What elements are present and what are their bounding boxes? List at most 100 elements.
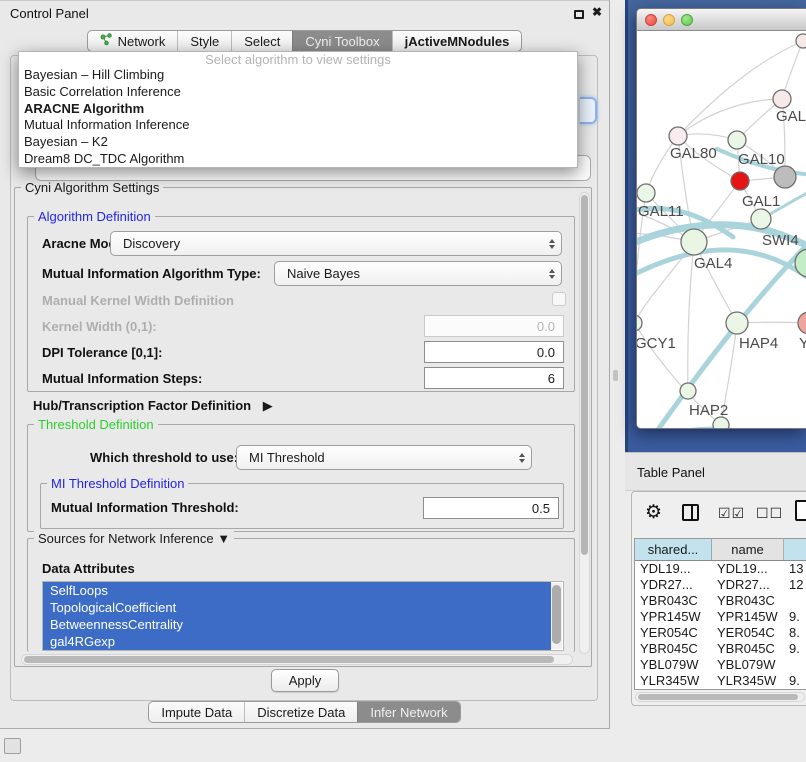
network-node[interactable] [728, 131, 746, 149]
network-node[interactable] [731, 172, 749, 190]
algorithm-option[interactable]: Dream8 DC_TDC Algorithm [19, 151, 577, 168]
network-node[interactable] [637, 184, 655, 202]
data-attribute-item[interactable]: SelfLoops [43, 582, 551, 599]
network-node[interactable] [713, 417, 729, 429]
deselect-checks-icon[interactable]: ☐☐ [756, 505, 783, 522]
table-row[interactable]: YBL079WYBL079W [635, 657, 806, 673]
algorithm-option[interactable]: Bayesian – K2 [19, 134, 577, 151]
network-node[interactable] [798, 312, 806, 334]
float-window-icon[interactable] [574, 10, 584, 19]
split-columns-icon[interactable] [682, 504, 699, 521]
column-header-name[interactable]: name [712, 539, 784, 560]
close-icon[interactable]: ✖ [592, 5, 602, 19]
mi-threshold-group: MI Threshold Definition Mutual Informati… [40, 483, 564, 529]
select-all-checks-icon[interactable]: ☑☑ [718, 505, 745, 522]
column-header-shared-name[interactable]: shared... [635, 539, 712, 560]
attributes-list-scrollbar[interactable] [551, 583, 562, 649]
table-cell: 9. [784, 673, 806, 689]
mi-steps-field[interactable]: 6 [424, 367, 564, 389]
table-panel: ⚙ ☑☑ ☐☐ shared... name YDL19...YDL19...1… [631, 491, 806, 706]
table-row[interactable]: YLR345WYLR345W9. [635, 673, 806, 689]
table-cell: YLR345W [712, 673, 784, 689]
table-panel-title: Table Panel [637, 465, 705, 480]
network-node-label: GAL4 [694, 255, 732, 272]
apply-button[interactable]: Apply [271, 669, 339, 692]
zoom-traffic-light[interactable] [681, 14, 693, 26]
settings-vertical-scrollbar[interactable] [579, 192, 590, 654]
table-cell: 8. [784, 625, 806, 641]
network-node-label: GAL10 [738, 151, 785, 168]
close-traffic-light[interactable] [645, 14, 657, 26]
algorithm-popup-list: Bayesian – Hill ClimbingBasic Correlatio… [19, 67, 577, 168]
network-node[interactable] [774, 166, 796, 188]
disclosure-down-icon[interactable]: ▼ [217, 531, 230, 546]
network-node[interactable] [669, 127, 687, 145]
network-node[interactable] [680, 383, 696, 399]
network-window-titlebar[interactable] [637, 9, 806, 31]
tab-select[interactable]: Select [231, 31, 292, 51]
column-header-cut[interactable] [784, 539, 806, 560]
network-icon [100, 31, 113, 52]
tab-cyni-toolbox[interactable]: Cyni Toolbox [292, 31, 391, 51]
table-cell: 9 [784, 689, 806, 690]
minimize-traffic-light[interactable] [663, 14, 675, 26]
network-node-label: GAL [776, 108, 806, 125]
aracne-mode-select[interactable]: Discovery [110, 231, 562, 256]
table-row[interactable]: YDL19...YDL19...13 [635, 561, 806, 577]
table-horizontal-scrollbar[interactable] [635, 692, 805, 702]
table-row[interactable]: YIL052CYIL052C9 [635, 689, 806, 690]
table-row[interactable]: YPR145WYPR145W9. [635, 609, 806, 625]
mi-threshold-field[interactable]: 0.5 [423, 497, 559, 519]
network-node-label: SWI4 [762, 232, 799, 249]
data-attribute-item[interactable]: gal4RGexp [43, 633, 551, 650]
algorithm-option[interactable]: Mutual Information Inference [19, 117, 577, 134]
network-node[interactable] [751, 209, 771, 229]
data-attributes-list: SelfLoopsTopologicalCoefficientBetweenne… [42, 581, 564, 651]
split-pane-divider[interactable] [613, 370, 618, 381]
which-threshold-select[interactable]: MI Threshold [236, 445, 532, 470]
network-node-label: Y [799, 335, 806, 352]
stepper-icon [519, 453, 525, 463]
algorithm-option[interactable]: Basic Correlation Inference [19, 84, 577, 101]
table-row[interactable]: YER054CYER054C8. [635, 625, 806, 641]
network-node[interactable] [637, 315, 642, 331]
network-node[interactable] [773, 90, 791, 108]
network-edge[interactable] [678, 99, 782, 136]
table-row[interactable]: YBR043CYBR043C [635, 593, 806, 609]
network-node-label: GAL80 [670, 145, 717, 162]
table-row[interactable]: YDR27...YDR27...12 [635, 577, 806, 593]
tab-network[interactable]: Network [88, 31, 178, 51]
new-table-icon[interactable] [795, 500, 806, 521]
control-panel-tabbar: Network Style Select Cyni Toolbox jActiv… [0, 30, 609, 52]
disclosure-right-icon: ▶ [263, 398, 273, 413]
algorithm-dropdown-popup: Select algorithm to view settings Bayesi… [18, 51, 578, 168]
algorithm-option[interactable]: Bayesian – Hill Climbing [19, 67, 577, 84]
threshold-definition-group: Threshold Definition Which threshold to … [27, 424, 575, 532]
tab-infer-network[interactable]: Infer Network [357, 702, 459, 722]
collapsed-panel-grip[interactable] [4, 738, 21, 754]
network-node[interactable] [796, 34, 806, 48]
algorithm-option[interactable]: ARACNE Algorithm [19, 101, 577, 118]
hub-definition-disclosure[interactable]: Hub/Transcription Factor Definition ▶ [33, 398, 273, 414]
node-table: shared... name YDL19...YDL19...13YDR27..… [634, 538, 806, 690]
network-node[interactable] [726, 312, 748, 334]
tab-jactivemnodules[interactable]: jActiveMNodules [392, 31, 522, 51]
settings-gear-icon[interactable]: ⚙ [645, 501, 662, 524]
settings-horizontal-scrollbar[interactable] [21, 654, 573, 665]
data-attribute-item[interactable]: TopologicalCoefficient [43, 599, 551, 616]
table-cell [784, 593, 806, 609]
tab-discretize-data[interactable]: Discretize Data [244, 702, 357, 722]
control-panel-window: Control Panel ✖ Network [0, 0, 610, 729]
tab-style[interactable]: Style [177, 31, 231, 51]
table-cell: 9. [784, 641, 806, 657]
data-attribute-item[interactable]: BetweennessCentrality [43, 616, 551, 633]
network-canvas[interactable]: GALGAL80GAL10GAL1GAL11SWI4GAL4GCY1HAP4YH… [637, 31, 806, 429]
table-row[interactable]: YBR045CYBR045C9. [635, 641, 806, 657]
table-toolbar: ⚙ ☑☑ ☐☐ [632, 492, 806, 536]
mi-type-select[interactable]: Naive Bayes [274, 261, 562, 286]
dpi-tolerance-field[interactable]: 0.0 [424, 341, 564, 363]
network-node[interactable] [681, 229, 707, 255]
tab-impute-data[interactable]: Impute Data [149, 702, 244, 722]
network-view-window: GALGAL80GAL10GAL1GAL11SWI4GAL4GCY1HAP4YH… [636, 8, 806, 429]
table-cell: YDL19... [635, 561, 712, 577]
